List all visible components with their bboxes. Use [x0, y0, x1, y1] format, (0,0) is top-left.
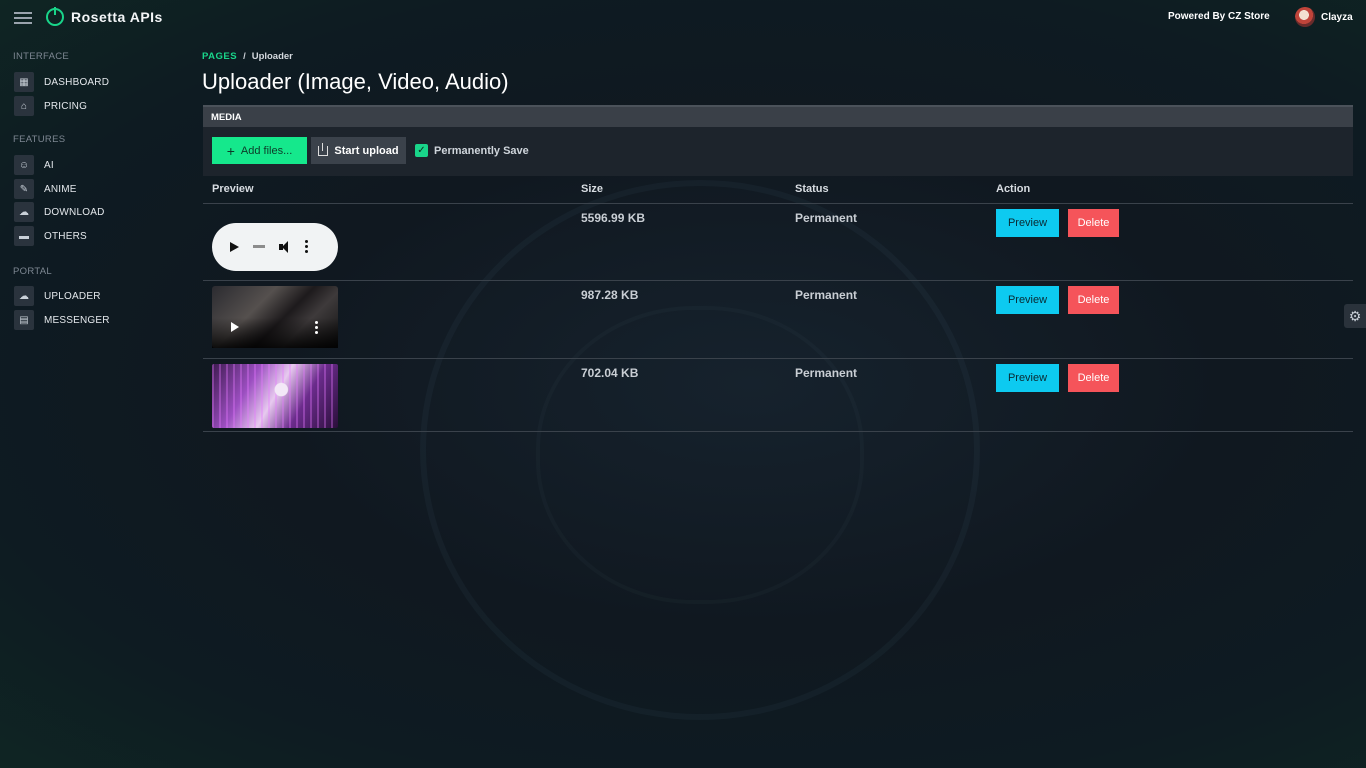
- size-cell: 702.04 KB: [572, 358, 786, 432]
- table-row: 987.28 KB Permanent Preview Delete: [203, 280, 1353, 359]
- sidebar-item-label: ANIME: [44, 183, 77, 195]
- breadcrumb: PAGES / Uploader: [202, 51, 293, 62]
- preview-button[interactable]: Preview: [996, 363, 1059, 392]
- column-header-status: Status: [786, 176, 987, 204]
- sidebar-item-label: UPLOADER: [44, 290, 101, 302]
- sidebar-item-ai[interactable]: ☺ AI: [14, 155, 54, 175]
- preview-button[interactable]: Preview: [996, 208, 1059, 237]
- plus-icon: +: [226, 142, 235, 159]
- store-icon: ⌂: [14, 96, 34, 116]
- page-title: Uploader (Image, Video, Audio): [202, 69, 509, 94]
- sidebar-item-messenger[interactable]: ▤ MESSENGER: [14, 310, 110, 330]
- preview-cell: [203, 203, 572, 281]
- chat-icon: ▤: [14, 310, 34, 330]
- delete-button[interactable]: Delete: [1068, 208, 1119, 237]
- sidebar-item-label: DASHBOARD: [44, 76, 110, 88]
- sidebar-item-anime[interactable]: ✎ ANIME: [14, 179, 77, 199]
- sidebar-item-others[interactable]: ▬ OTHERS: [14, 226, 87, 246]
- sidebar-item-label: PRICING: [44, 100, 88, 112]
- more-options-icon[interactable]: [305, 240, 308, 253]
- sidebar-section-features: FEATURES: [13, 134, 66, 145]
- volume-icon[interactable]: [279, 240, 291, 253]
- more-options-icon[interactable]: [315, 320, 318, 334]
- play-icon[interactable]: [231, 321, 239, 332]
- action-cell: Preview Delete: [987, 280, 1353, 359]
- start-upload-label: Start upload: [334, 144, 399, 157]
- folder-icon: ▬: [14, 226, 34, 246]
- preview-button[interactable]: Preview: [996, 285, 1059, 314]
- table-header-row: Preview Size Status Action: [203, 176, 1353, 204]
- start-upload-button[interactable]: Start upload: [311, 137, 406, 164]
- power-icon: [46, 7, 64, 26]
- play-icon[interactable]: [230, 241, 239, 252]
- video-player[interactable]: [212, 285, 338, 348]
- sidebar-item-dashboard[interactable]: ▦ DASHBOARD: [14, 72, 109, 92]
- sidebar-item-label: MESSENGER: [44, 314, 110, 326]
- audio-player[interactable]: [212, 222, 338, 271]
- top-bar: Rosetta APIs Powered By CZ Store Clayza: [0, 0, 1366, 36]
- powered-by-text: Powered By CZ Store: [1168, 11, 1270, 22]
- action-cell: Preview Delete: [987, 358, 1353, 432]
- table-row: 702.04 KB Permanent Preview Delete: [203, 358, 1353, 432]
- breadcrumb-pages-link[interactable]: PAGES: [202, 51, 237, 62]
- avatar: [1295, 7, 1315, 27]
- audio-progress-track[interactable]: [253, 245, 265, 248]
- action-cell: Preview Delete: [987, 203, 1353, 281]
- column-header-size: Size: [572, 176, 786, 204]
- dashboard-icon: ▦: [14, 72, 34, 92]
- brand-name: Rosetta APIs: [71, 9, 163, 25]
- size-cell: 987.28 KB: [572, 280, 786, 359]
- sidebar-item-label: DOWNLOAD: [44, 206, 105, 218]
- robot-icon: ☺: [14, 155, 34, 175]
- sidebar-section-interface: INTERFACE: [13, 51, 70, 62]
- delete-button[interactable]: Delete: [1068, 285, 1119, 314]
- upload-icon: [318, 142, 329, 156]
- brand[interactable]: Rosetta APIs: [46, 7, 163, 26]
- sidebar-item-label: AI: [44, 159, 54, 171]
- sidebar-item-uploader[interactable]: ☁ UPLOADER: [14, 286, 101, 306]
- permanent-save-checkbox[interactable]: ✓ Permanently Save: [415, 144, 529, 157]
- column-header-action: Action: [987, 176, 1353, 204]
- permanent-save-label: Permanently Save: [434, 144, 529, 157]
- breadcrumb-current: Uploader: [251, 51, 293, 62]
- delete-button[interactable]: Delete: [1068, 363, 1119, 392]
- add-files-label: Add files...: [240, 144, 293, 157]
- media-card: MEDIA + Add files... Start upload ✓ Perm…: [203, 105, 1353, 432]
- status-cell: Permanent: [786, 280, 987, 359]
- checkmark-icon[interactable]: ✓: [415, 144, 428, 157]
- sidebar-item-pricing[interactable]: ⌂ PRICING: [14, 96, 87, 116]
- sidebar-section-portal: PORTAL: [13, 266, 52, 277]
- anime-icon: ✎: [14, 179, 34, 199]
- user-name: Clayza: [1321, 11, 1353, 23]
- table-row: 5596.99 KB Permanent Preview Delete: [203, 203, 1353, 281]
- preview-cell: [203, 280, 572, 359]
- size-cell: 5596.99 KB: [572, 203, 786, 281]
- media-card-header: MEDIA: [203, 105, 1353, 127]
- cloud-upload-icon: ☁: [14, 286, 34, 306]
- preview-cell: [203, 358, 572, 432]
- status-cell: Permanent: [786, 358, 987, 432]
- column-header-preview: Preview: [203, 176, 572, 204]
- media-table: Preview Size Status Action 5596.99 KB Pe…: [203, 176, 1353, 432]
- sidebar-item-label: OTHERS: [44, 230, 87, 242]
- breadcrumb-separator: /: [243, 51, 246, 62]
- upload-toolbar: + Add files... Start upload ✓ Permanentl…: [203, 127, 1353, 176]
- cloud-download-icon: ☁: [14, 202, 34, 222]
- menu-toggle-icon[interactable]: [14, 12, 32, 24]
- sidebar-item-download[interactable]: ☁ DOWNLOAD: [14, 202, 105, 222]
- user-menu[interactable]: Clayza: [1295, 7, 1353, 27]
- status-cell: Permanent: [786, 203, 987, 281]
- image-thumbnail: [212, 363, 338, 428]
- settings-gear-icon[interactable]: ⚙: [1344, 304, 1366, 328]
- add-files-button[interactable]: + Add files...: [212, 137, 307, 164]
